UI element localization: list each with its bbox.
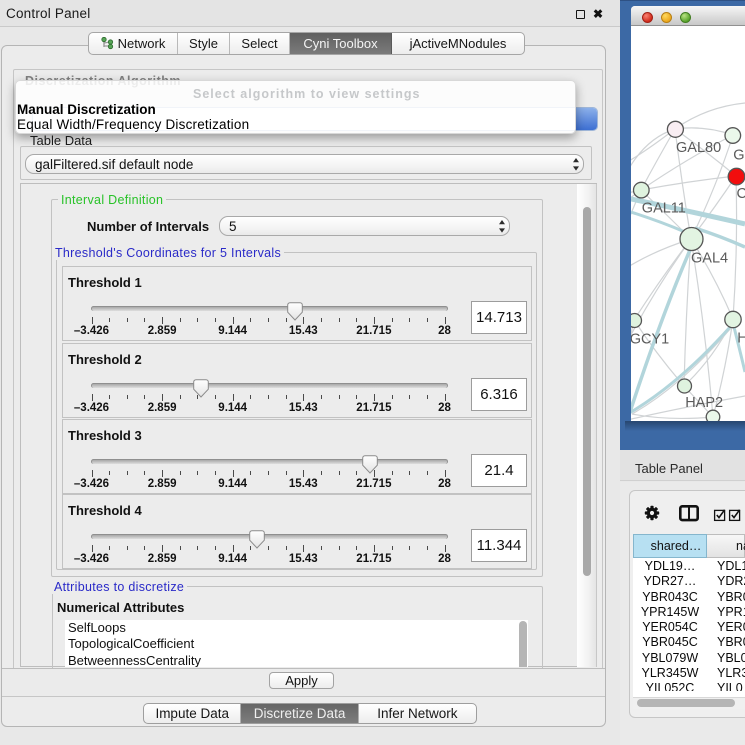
svg-text:HAP2: HAP2 [685,395,723,411]
svg-text:GCY1: GCY1 [631,332,669,348]
svg-text:GAL4: GAL4 [691,250,728,266]
svg-text:C: C [737,186,745,202]
svg-text:GAL11: GAL11 [642,201,686,217]
svg-text:G.: G. [733,148,745,164]
svg-text:H: H [737,330,745,346]
svg-text:GAL80: GAL80 [676,140,721,156]
